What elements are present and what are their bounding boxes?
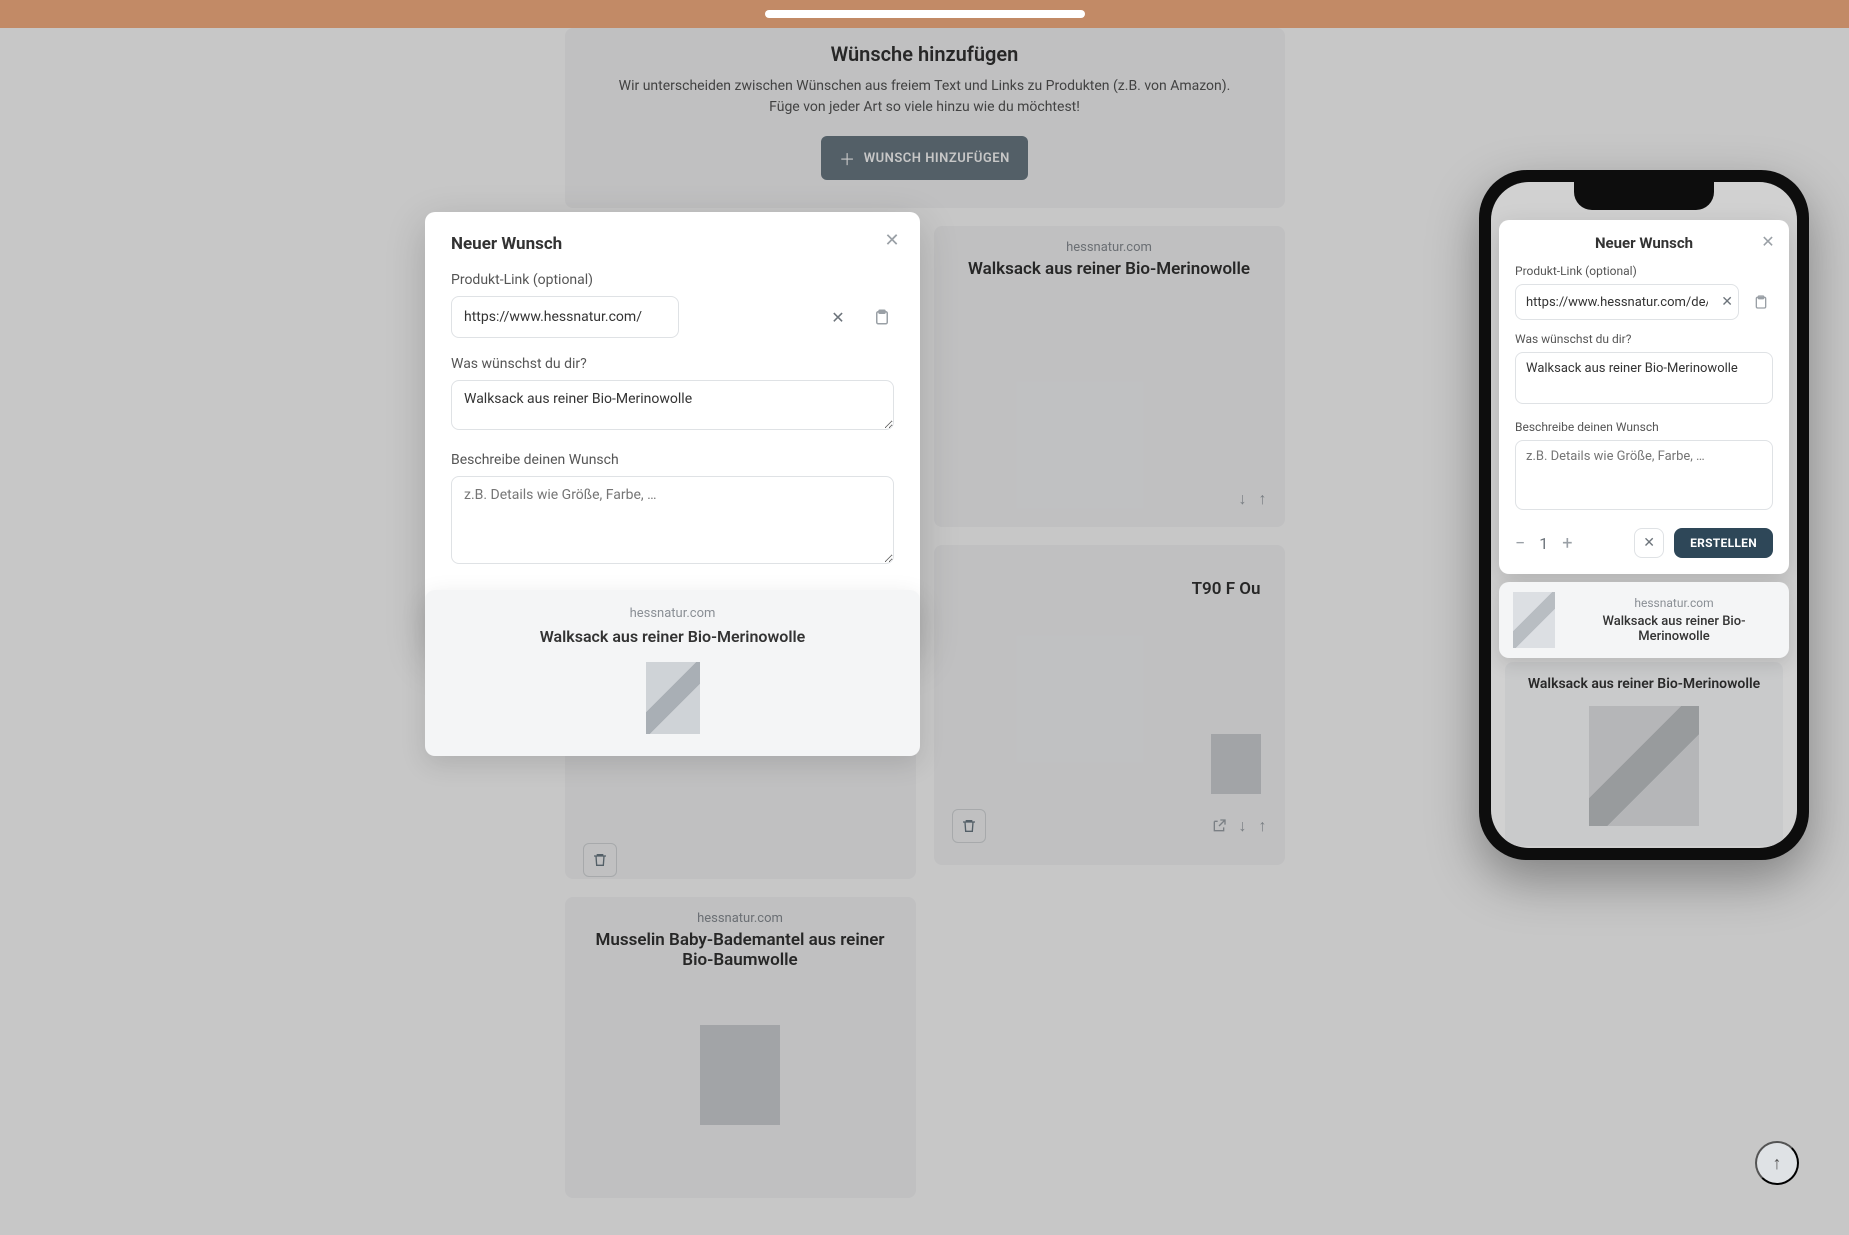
phone-mockup: Walksack aus reiner Bio-Merinowolle Neue… — [1479, 170, 1809, 860]
preview-thumbnail — [646, 662, 700, 734]
phone-close-button[interactable]: ✕ — [1755, 228, 1781, 254]
phone-notch — [1574, 182, 1714, 210]
close-icon: ✕ — [1643, 535, 1655, 551]
phone-label-description: Beschreibe deinen Wunsch — [1515, 420, 1773, 434]
phone-clear-link-button[interactable]: ✕ — [1721, 294, 1733, 310]
close-icon: ✕ — [1721, 294, 1733, 310]
phone-description-input[interactable] — [1515, 440, 1773, 510]
clear-link-button[interactable]: ✕ — [826, 305, 850, 329]
phone-link-preview-card[interactable]: hessnatur.com Walksack aus reiner Bio-Me… — [1499, 582, 1789, 658]
phone-paste-button[interactable] — [1749, 290, 1773, 314]
arrow-up-icon: ↑ — [1773, 1153, 1782, 1174]
phone-qty-decrease-button[interactable]: − — [1515, 533, 1525, 554]
close-icon: ✕ — [1761, 232, 1774, 251]
description-input[interactable] — [451, 476, 894, 564]
product-link-input[interactable] — [451, 296, 679, 338]
link-preview-card[interactable]: hessnatur.com Walksack aus reiner Bio-Me… — [425, 590, 920, 756]
clipboard-icon — [1753, 294, 1769, 310]
close-button[interactable]: ✕ — [878, 226, 906, 254]
preview-title: Walksack aus reiner Bio-Merinowolle — [447, 627, 898, 646]
page-topbar — [0, 0, 1849, 28]
close-icon: ✕ — [831, 308, 844, 327]
label-product-link: Produkt-Link (optional) — [451, 272, 894, 288]
phone-screen: Walksack aus reiner Bio-Merinowolle Neue… — [1491, 182, 1797, 848]
phone-wish-input[interactable] — [1515, 352, 1773, 404]
plus-icon: + — [1562, 533, 1572, 554]
modal-title: Neuer Wunsch — [451, 234, 894, 254]
scroll-to-top-button[interactable]: ↑ — [1755, 1141, 1799, 1185]
phone-label-product-link: Produkt-Link (optional) — [1515, 264, 1773, 278]
phone-quantity-stepper: − 1 + — [1515, 533, 1573, 554]
phone-preview-thumbnail — [1513, 592, 1555, 648]
paste-button[interactable] — [870, 305, 894, 329]
phone-preview-domain: hessnatur.com — [1573, 596, 1775, 610]
phone-create-button[interactable]: ERSTELLEN — [1674, 528, 1773, 558]
phone-label-wish: Was wünschst du dir? — [1515, 332, 1773, 346]
phone-preview-title: Walksack aus reiner Bio-Merinowolle — [1573, 614, 1775, 644]
phone-new-wish-modal: Neuer Wunsch ✕ Produkt-Link (optional) ✕ — [1499, 220, 1789, 574]
label-wish: Was wünschst du dir? — [451, 356, 894, 372]
phone-modal-title: Neuer Wunsch — [1515, 234, 1773, 252]
label-description: Beschreibe deinen Wunsch — [451, 452, 894, 468]
phone-qty-value: 1 — [1539, 534, 1548, 553]
wish-input[interactable] — [451, 380, 894, 430]
close-icon: ✕ — [884, 230, 899, 251]
minus-icon: − — [1515, 533, 1525, 554]
new-wish-modal: Neuer Wunsch ✕ Produkt-Link (optional) ✕… — [425, 212, 920, 650]
topbar-pill — [765, 10, 1085, 18]
preview-domain: hessnatur.com — [447, 606, 898, 621]
phone-qty-increase-button[interactable]: + — [1562, 533, 1572, 554]
phone-cancel-button[interactable]: ✕ — [1634, 528, 1664, 558]
phone-product-link-input[interactable] — [1515, 284, 1739, 320]
clipboard-icon — [873, 308, 891, 326]
